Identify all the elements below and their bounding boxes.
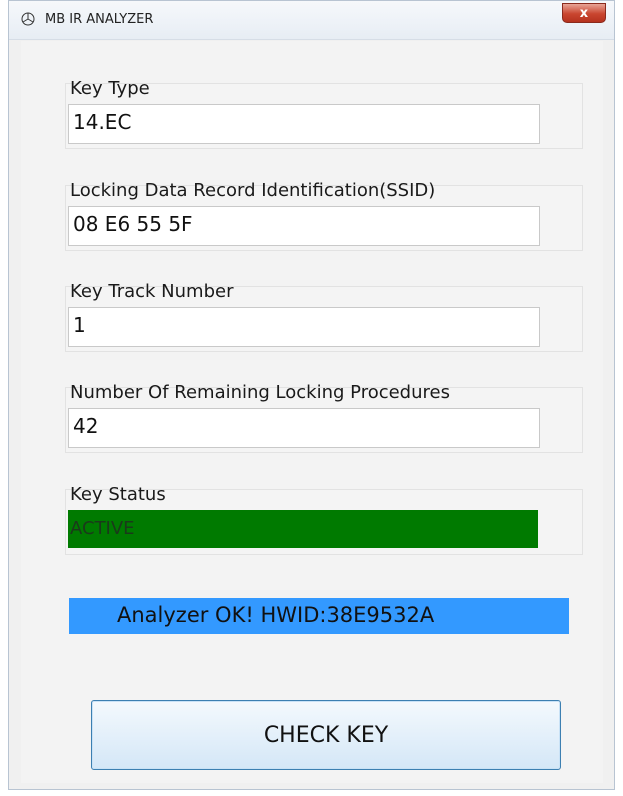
track-label: Key Track Number [70,281,234,302]
status-group: Key Status ACTIVE [65,484,583,555]
key-type-group: Key Type 14.EC [65,78,583,149]
key-type-field[interactable]: 14.EC [68,104,540,144]
close-button[interactable]: x [562,3,606,23]
close-icon: x [579,5,589,21]
window-title: MB IR ANALYZER [45,12,154,27]
analyzer-status-bar: Analyzer OK! HWID:38E9532A [69,598,569,634]
check-key-button[interactable]: CHECK KEY [91,700,561,770]
ssid-field[interactable]: 08 E6 55 5F [68,206,540,246]
key-status-field: ACTIVE [68,510,538,548]
key-type-label: Key Type [70,78,150,99]
track-field[interactable]: 1 [68,307,540,347]
ssid-label: Locking Data Record Identification(SSID) [70,180,436,201]
remaining-group: Number Of Remaining Locking Procedures 4… [65,382,583,453]
mercedes-star-icon [21,12,35,26]
status-label: Key Status [70,484,166,505]
title-bar: MB IR ANALYZER x [9,1,614,40]
ssid-group: Locking Data Record Identification(SSID)… [65,180,583,251]
client-area: Key Type 14.EC Locking Data Record Ident… [21,41,603,783]
track-group: Key Track Number 1 [65,281,583,352]
check-key-label: CHECK KEY [263,722,389,748]
remaining-field[interactable]: 42 [68,408,540,448]
app-window: MB IR ANALYZER x Key Type 14.EC Locking … [8,0,615,790]
remaining-label: Number Of Remaining Locking Procedures [70,382,450,403]
